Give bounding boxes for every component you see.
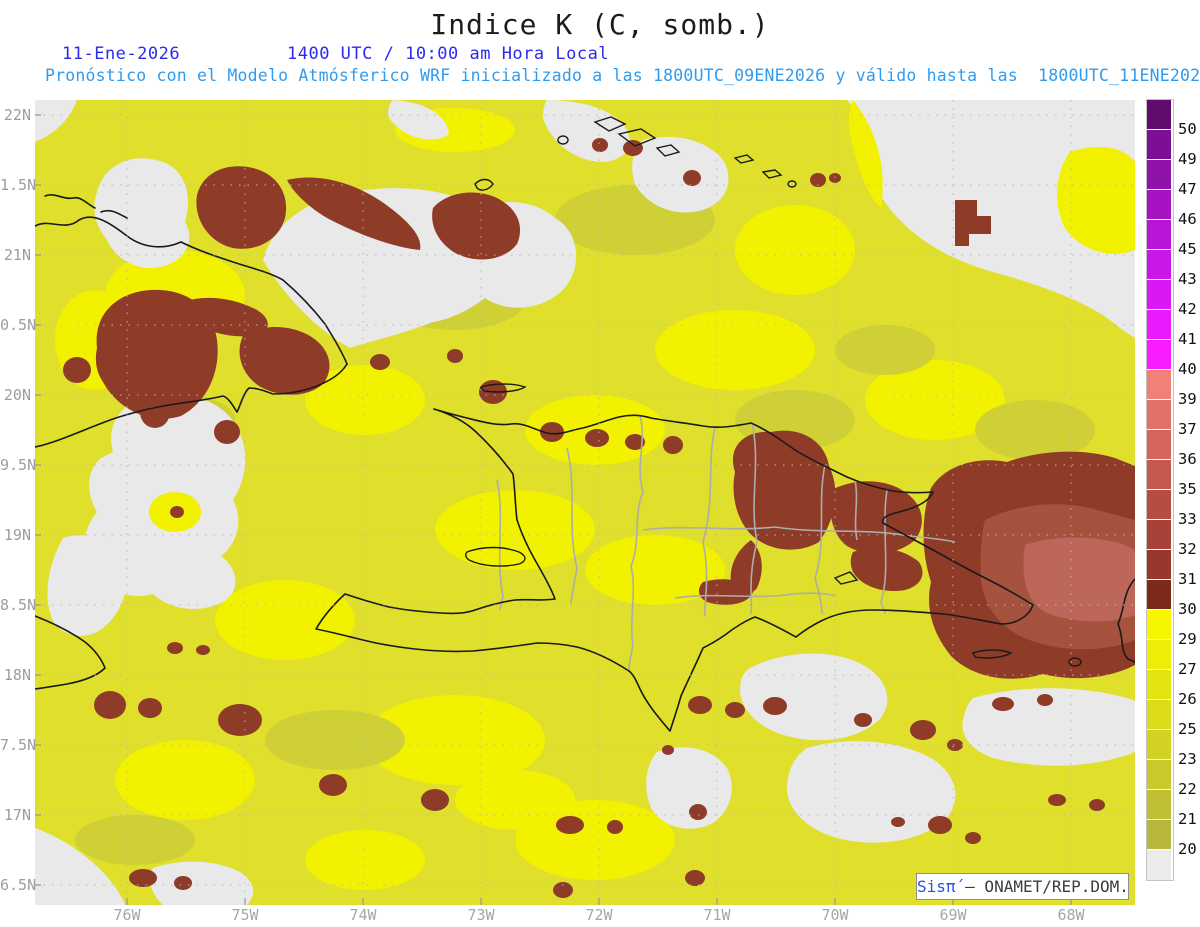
colorbar-cell — [1147, 220, 1171, 250]
colorbar-tick-label: 21.3 — [1178, 810, 1200, 828]
colorbar-tick-label: 22.6 — [1178, 780, 1200, 798]
lat-label: 7.5N — [0, 736, 33, 754]
lon-label: 68W — [1047, 906, 1095, 924]
colorbar-tick-label: 25.2 — [1178, 720, 1200, 738]
sispi-logo: Sisπ́ — [917, 877, 956, 896]
valid-time: 1400 UTC / 10:00 am Hora Local — [287, 44, 609, 64]
k-index-map — [35, 100, 1135, 905]
colorbar — [1146, 99, 1174, 881]
colorbar-cell — [1147, 490, 1171, 520]
colorbar-cell — [1147, 760, 1171, 790]
colorbar-tick-label: 42.6 — [1178, 300, 1200, 318]
colorbar-cell — [1147, 730, 1171, 760]
colorbar-cell — [1147, 640, 1171, 670]
lat-label: 20N — [0, 386, 33, 404]
colorbar-cell — [1147, 850, 1171, 880]
weather-map-figure: Indice K (C, somb.) 11-Ene-2026 1400 UTC… — [0, 0, 1200, 927]
lat-label: 18N — [0, 666, 33, 684]
colorbar-tick-label: 47.8 — [1178, 180, 1200, 198]
lat-label: 21N — [0, 246, 33, 264]
lat-label: 17N — [0, 806, 33, 824]
watermark-box: Sisπ́ – ONAMET/REP.DOM. — [916, 873, 1129, 900]
colorbar-cell — [1147, 430, 1171, 460]
colorbar-tick-label: 20 — [1178, 840, 1200, 858]
colorbar-cell — [1147, 190, 1171, 220]
lon-label: 70W — [811, 906, 859, 924]
colorbar-tick-label: 39.1 — [1178, 390, 1200, 408]
colorbar-cell — [1147, 100, 1171, 130]
valid-date: 11-Ene-2026 — [62, 44, 180, 64]
colorbar-tick-label: 29.1 — [1178, 630, 1200, 648]
lon-label: 75W — [221, 906, 269, 924]
lat-label: 9.5N — [0, 456, 33, 474]
colorbar-tick-label: 36.5 — [1178, 450, 1200, 468]
colorbar-tick-label: 46.5 — [1178, 210, 1200, 228]
colorbar-cell — [1147, 340, 1171, 370]
colorbar-cell — [1147, 700, 1171, 730]
colorbar-cell — [1147, 460, 1171, 490]
lon-label: 69W — [929, 906, 977, 924]
lat-label: 22N — [0, 106, 33, 124]
colorbar-cell — [1147, 160, 1171, 190]
lat-label: 8.5N — [0, 596, 33, 614]
colorbar-cell — [1147, 280, 1171, 310]
colorbar-tick-label: 49.1 — [1178, 150, 1200, 168]
map-canvas — [35, 100, 1135, 905]
colorbar-tick-label: 26.5 — [1178, 690, 1200, 708]
colorbar-cell — [1147, 550, 1171, 580]
watermark-org: – ONAMET/REP.DOM. — [956, 877, 1129, 896]
colorbar-cell — [1147, 130, 1171, 160]
page-title: Indice K (C, somb.) — [0, 8, 1200, 41]
colorbar-tick-label: 33.9 — [1178, 510, 1200, 528]
colorbar-cell — [1147, 580, 1171, 610]
colorbar-tick-label: 37.8 — [1178, 420, 1200, 438]
lon-label: 72W — [575, 906, 623, 924]
colorbar-tick-label: 45.2 — [1178, 240, 1200, 258]
lat-label: 1.5N — [0, 176, 33, 194]
lat-label: 0.5N — [0, 316, 33, 334]
lon-label: 73W — [457, 906, 505, 924]
colorbar-tick-label: 35.2 — [1178, 480, 1200, 498]
colorbar-cell — [1147, 370, 1171, 400]
colorbar-cell — [1147, 250, 1171, 280]
colorbar-tick-label: 27.8 — [1178, 660, 1200, 678]
forecast-description: Pronóstico con el Modelo Atmósferico WRF… — [45, 66, 1200, 85]
colorbar-cell — [1147, 790, 1171, 820]
lat-label: 6.5N — [0, 876, 33, 894]
lat-label: 19N — [0, 526, 33, 544]
lon-label: 71W — [693, 906, 741, 924]
colorbar-cell — [1147, 670, 1171, 700]
lon-label: 74W — [339, 906, 387, 924]
colorbar-tick-label: 41.3 — [1178, 330, 1200, 348]
colorbar-tick-label: 30 — [1178, 600, 1200, 618]
colorbar-tick-label: 23.9 — [1178, 750, 1200, 768]
colorbar-cell — [1147, 400, 1171, 430]
colorbar-tick-label: 50 — [1178, 120, 1200, 138]
colorbar-cell — [1147, 610, 1171, 640]
colorbar-cell — [1147, 310, 1171, 340]
colorbar-cell — [1147, 520, 1171, 550]
colorbar-tick-label: 32.6 — [1178, 540, 1200, 558]
lon-label: 76W — [103, 906, 151, 924]
colorbar-tick-label: 40 — [1178, 360, 1200, 378]
colorbar-tick-label: 43.9 — [1178, 270, 1200, 288]
colorbar-cell — [1147, 820, 1171, 850]
colorbar-tick-label: 31.3 — [1178, 570, 1200, 588]
